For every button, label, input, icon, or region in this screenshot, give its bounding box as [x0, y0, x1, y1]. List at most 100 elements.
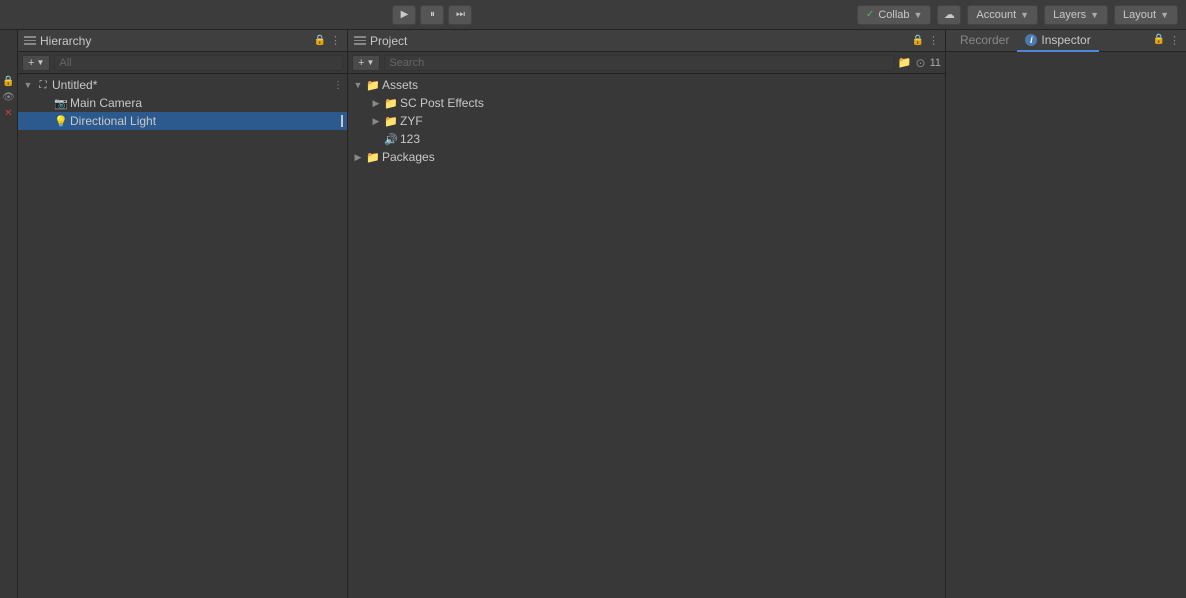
left-strip: 🔒 👁 ✕ [0, 30, 18, 598]
assets-folder-icon: 📁 [366, 78, 380, 92]
directional-light-label: Directional Light [70, 114, 337, 128]
project-panel: Project 🔒 ⋮ + ▼ 📁 ⊙ 11 ▼ � [348, 30, 946, 598]
project-hamburger-icon[interactable] [354, 36, 366, 45]
light-icon: 💡 [54, 114, 68, 128]
step-button[interactable]: ⏭ [448, 5, 472, 25]
audio-label: 123 [400, 132, 941, 146]
project-lock-icon[interactable]: 🔒 [912, 35, 924, 46]
inspector-header: Recorder i Inspector 🔒 ⋮ [946, 30, 1186, 52]
hierarchy-lock-icon[interactable]: 🔒 [314, 35, 326, 46]
packages-label: Packages [382, 150, 941, 164]
zyf-folder-icon: 📁 [384, 114, 398, 128]
play-button[interactable]: ▶ [392, 5, 416, 25]
packages-folder-icon: 📁 [366, 150, 380, 164]
hierarchy-scene-root[interactable]: ▼ ⛶ Untitled* ⋮ [18, 76, 347, 94]
inspector-label: Inspector [1041, 33, 1090, 47]
packages-arrow-icon: ▶ [352, 151, 364, 163]
hierarchy-header: Hierarchy 🔒 ⋮ [18, 30, 347, 52]
play-icon: ▶ [401, 9, 409, 20]
hierarchy-item-main-camera[interactable]: 📷 Main Camera [18, 94, 347, 112]
strip-lock-icon: 🔒 [2, 74, 16, 88]
layout-label: Layout [1123, 9, 1156, 21]
layout-chevron-icon: ▼ [1160, 10, 1169, 20]
hierarchy-panel: Hierarchy 🔒 ⋮ + ▼ ▼ ⛶ Untitled* ⋮ [18, 30, 348, 598]
project-count-label: 11 [930, 57, 941, 69]
sc-post-effects-label: SC Post Effects [400, 96, 941, 110]
project-toolbar-right: 📁 ⊙ 11 [898, 56, 941, 70]
scene-arrow-icon: ▼ [22, 79, 34, 91]
hierarchy-more-icon[interactable]: ⋮ [330, 34, 341, 47]
sc-folder-icon: 📁 [384, 96, 398, 110]
collab-label: Collab [878, 9, 909, 21]
inspector-content [946, 52, 1186, 598]
project-search-input[interactable] [384, 55, 893, 71]
project-zyf[interactable]: ▶ 📁 ZYF [348, 112, 945, 130]
hierarchy-hamburger-icon[interactable] [24, 36, 36, 45]
project-sc-post-effects[interactable]: ▶ 📁 SC Post Effects [348, 94, 945, 112]
project-assets-root[interactable]: ▼ 📁 Assets [348, 76, 945, 94]
project-header-icons: 🔒 ⋮ [912, 34, 939, 47]
project-add-icon: + [358, 57, 364, 69]
audio-icon: 🔊 [384, 132, 398, 146]
collab-chevron-icon: ▼ [914, 10, 923, 20]
collab-button[interactable]: ✓ Collab ▼ [857, 5, 932, 25]
strip-eye-icon: 👁 [2, 90, 16, 104]
recorder-tab[interactable]: Recorder [952, 30, 1017, 52]
inspector-header-icons: 🔒 ⋮ [1153, 34, 1180, 47]
account-button[interactable]: Account ▼ [967, 5, 1038, 25]
playback-controls: ▶ ⏸ ⏭ [8, 5, 857, 25]
layers-chevron-icon: ▼ [1090, 10, 1099, 20]
add-icon: + [28, 57, 34, 69]
project-header: Project 🔒 ⋮ [348, 30, 945, 52]
camera-icon: 📷 [54, 96, 68, 110]
project-filter-icon[interactable]: ⊙ [916, 56, 926, 70]
audio-arrow-icon [370, 133, 382, 145]
recorder-label: Recorder [960, 33, 1009, 47]
hierarchy-content: ▼ ⛶ Untitled* ⋮ 📷 Main Camera 💡 Directio… [18, 74, 347, 598]
camera-arrow-icon [40, 97, 52, 109]
hierarchy-item-directional-light[interactable]: 💡 Directional Light [18, 112, 347, 130]
cloud-button[interactable]: ☁ [937, 5, 961, 25]
assets-arrow-icon: ▼ [352, 79, 364, 91]
hierarchy-search-input[interactable] [54, 55, 343, 71]
scene-unity-icon: ⛶ [36, 78, 50, 92]
pause-button[interactable]: ⏸ [420, 5, 444, 25]
scene-label: Untitled* [52, 78, 331, 92]
zyf-arrow-icon: ▶ [370, 115, 382, 127]
project-content: ▼ 📁 Assets ▶ 📁 SC Post Effects ▶ 📁 ZYF [348, 74, 945, 598]
toolbar-right: ✓ Collab ▼ ☁ Account ▼ Layers ▼ Layout ▼ [857, 5, 1178, 25]
account-chevron-icon: ▼ [1020, 10, 1029, 20]
main-content: 🔒 👁 ✕ Hierarchy 🔒 ⋮ + ▼ [0, 30, 1186, 598]
project-add-button[interactable]: + ▼ [352, 55, 380, 71]
light-arrow-icon [40, 115, 52, 127]
main-camera-label: Main Camera [70, 96, 343, 110]
cloud-icon: ☁ [944, 8, 955, 21]
hierarchy-add-button[interactable]: + ▼ [22, 55, 50, 71]
hierarchy-title: Hierarchy [40, 34, 91, 48]
project-more-icon[interactable]: ⋮ [928, 34, 939, 47]
hierarchy-header-icons: 🔒 ⋮ [314, 34, 341, 47]
scene-options-icon[interactable]: ⋮ [333, 80, 343, 91]
project-tab: Project [370, 34, 908, 48]
add-chevron-icon: ▼ [36, 58, 44, 67]
project-add-chevron-icon: ▼ [366, 58, 374, 67]
hierarchy-toolbar: + ▼ [18, 52, 347, 74]
inspector-more-icon[interactable]: ⋮ [1169, 34, 1180, 47]
pause-icon: ⏸ [430, 9, 435, 20]
project-title: Project [370, 34, 407, 48]
project-123[interactable]: 🔊 123 [348, 130, 945, 148]
inspector-info-icon: i [1025, 34, 1037, 46]
strip-x-icon[interactable]: ✕ [2, 106, 16, 120]
inspector-tab[interactable]: i Inspector [1017, 30, 1098, 52]
zyf-label: ZYF [400, 114, 941, 128]
layers-button[interactable]: Layers ▼ [1044, 5, 1108, 25]
project-packages[interactable]: ▶ 📁 Packages [348, 148, 945, 166]
cursor-indicator [341, 115, 343, 127]
layout-button[interactable]: Layout ▼ [1114, 5, 1178, 25]
sc-arrow-icon: ▶ [370, 97, 382, 109]
layers-label: Layers [1053, 9, 1086, 21]
inspector-lock-icon[interactable]: 🔒 [1153, 34, 1165, 47]
step-icon: ⏭ [456, 9, 465, 20]
project-folder-icon: 📁 [898, 56, 912, 69]
top-toolbar: ▶ ⏸ ⏭ ✓ Collab ▼ ☁ Account ▼ Layers ▼ La… [0, 0, 1186, 30]
